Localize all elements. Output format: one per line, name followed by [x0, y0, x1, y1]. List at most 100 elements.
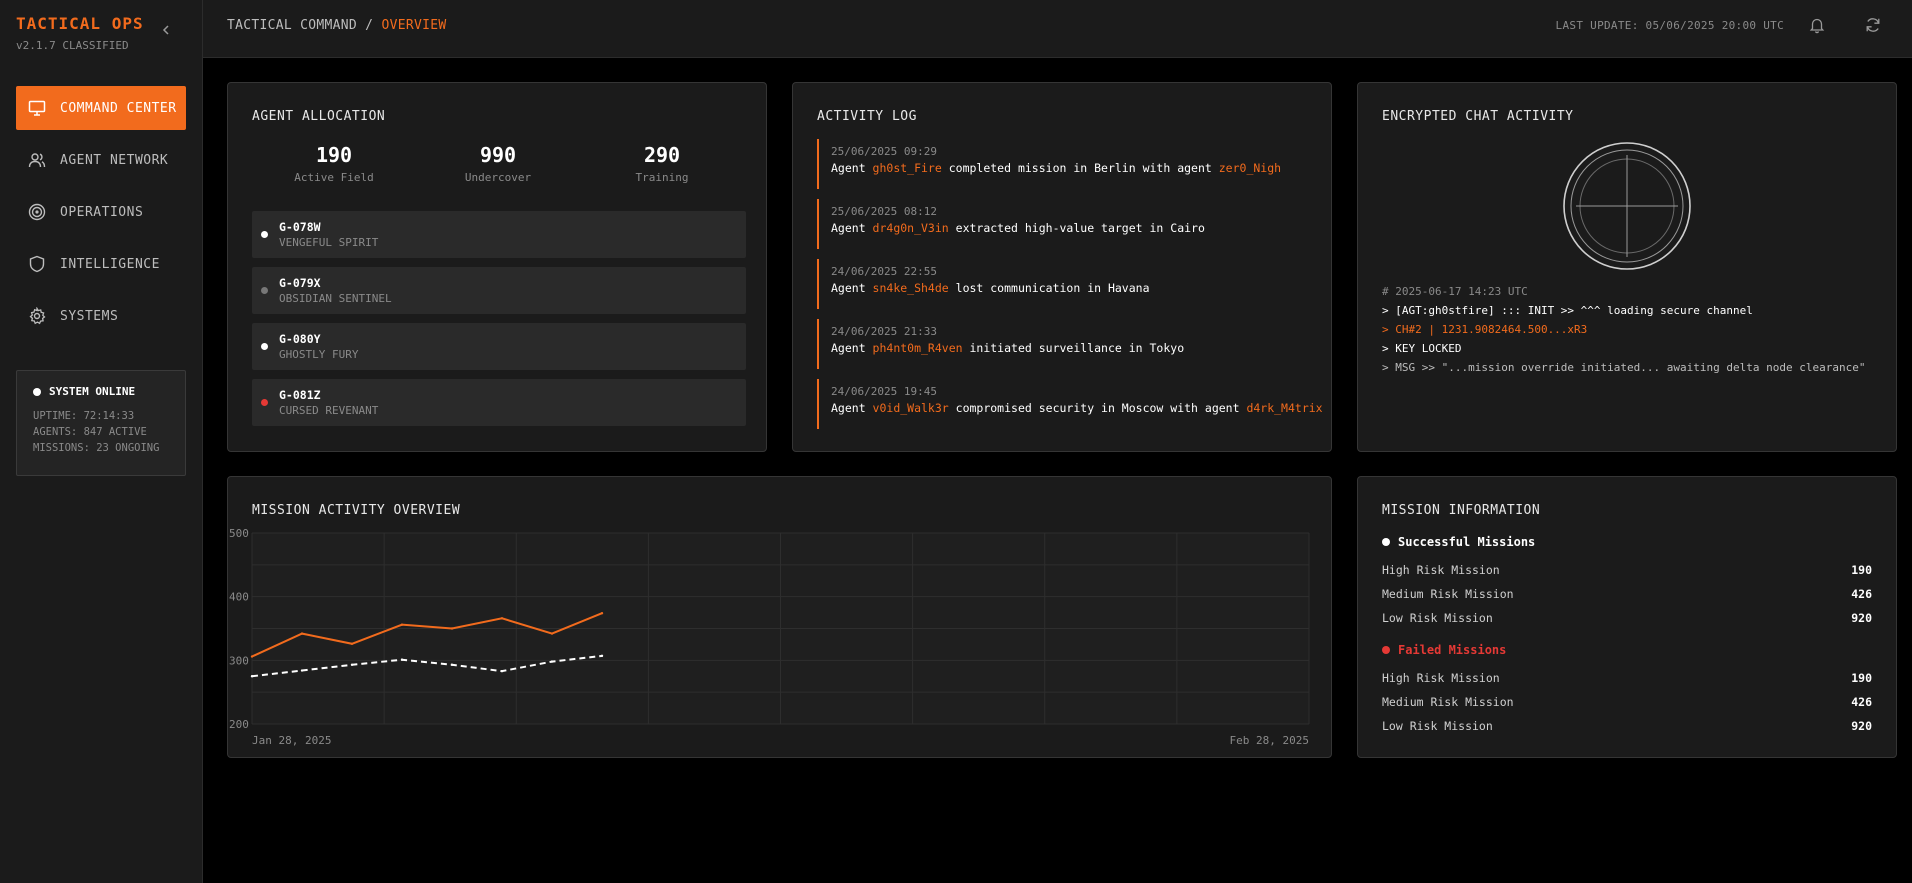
mission-activity-panel: MISSION ACTIVITY OVERVIEW 200 300 400 500 Ja…	[227, 476, 1332, 758]
chat-line: # 2025-06-17 14:23 UTC	[1382, 285, 1528, 298]
chat-line: > CH#2 | 1231.9082464.500...xR3	[1382, 323, 1588, 336]
mission-row: Medium Risk Mission 426	[1382, 587, 1872, 601]
sidebar-item-systems[interactable]: SYSTEMS	[16, 294, 186, 338]
sidebar-item-command-center[interactable]: COMMAND CENTER	[16, 86, 186, 130]
mission-value: 190	[1851, 563, 1872, 577]
mission-row: Medium Risk Mission 426	[1382, 695, 1872, 709]
stat-label: Active Field	[294, 171, 374, 184]
agent-list-item[interactable]: G-078W VENGEFUL SPIRIT	[252, 211, 746, 258]
agent-link[interactable]: d4rk_M4trix	[1246, 401, 1322, 415]
sidebar-item-label: INTELLIGENCE	[60, 256, 160, 272]
sidebar-item-agent-network[interactable]: AGENT NETWORK	[16, 138, 186, 182]
breadcrumb-root[interactable]: TACTICAL COMMAND	[227, 18, 357, 33]
target-icon	[28, 203, 46, 221]
agent-name: OBSIDIAN SENTINEL	[279, 292, 392, 305]
log-message: Agent v0id_Walk3r compromised security i…	[831, 401, 1323, 415]
chat-line: > [AGT:gh0stfire] ::: INIT >> ^^^ loadin…	[1382, 304, 1753, 317]
log-message: Agent sn4ke_Sh4de lost communication in …	[831, 281, 1317, 295]
panel-title: ACTIVITY LOG	[817, 109, 917, 124]
y-tick-label: 300	[229, 654, 249, 667]
sidebar-item-operations[interactable]: OPERATIONS	[16, 190, 186, 234]
encrypted-chat-panel: ENCRYPTED CHAT ACTIVITY # 2025-06-17 14:…	[1357, 82, 1897, 452]
agent-list-item[interactable]: G-079X OBSIDIAN SENTINEL	[252, 267, 746, 314]
mission-label: Medium Risk Mission	[1382, 587, 1514, 601]
gear-icon	[29, 307, 46, 325]
refresh-icon[interactable]	[1864, 16, 1882, 34]
data-point	[600, 654, 604, 658]
missions-text: MISSIONS: 23 ONGOING	[33, 442, 160, 454]
sidebar-item-label: AGENT NETWORK	[60, 152, 169, 168]
system-status-title: SYSTEM ONLINE	[49, 385, 136, 398]
monitor-icon	[28, 100, 46, 116]
brand: TACTICAL OPS v2.1.7 CLASSIFIED	[16, 14, 144, 52]
data-point	[400, 658, 404, 661]
mission-information-panel: MISSION INFORMATION Successful Missions …	[1357, 476, 1897, 758]
agent-link[interactable]: ph4nt0m_R4ven	[873, 341, 963, 355]
stat-label: Training	[635, 171, 689, 184]
shield-icon	[29, 255, 45, 273]
log-text-part: Agent	[831, 161, 873, 175]
breadcrumb-separator: /	[365, 18, 374, 33]
mission-row: Low Risk Mission 920	[1382, 719, 1872, 733]
mission-label: High Risk Mission	[1382, 671, 1500, 685]
breadcrumb: TACTICAL COMMAND / OVERVIEW	[227, 18, 446, 33]
stat-active-field: 190 Active Field	[252, 143, 416, 184]
data-point	[300, 632, 304, 635]
log-entry: 25/06/2025 09:29 Agent gh0st_Fire comple…	[817, 139, 1317, 189]
users-icon	[28, 153, 46, 168]
agent-link[interactable]: gh0st_Fire	[873, 161, 942, 175]
log-entry: 24/06/2025 22:55 Agent sn4ke_Sh4de lost …	[817, 259, 1317, 309]
status-dot-icon	[261, 231, 268, 238]
agent-list-item[interactable]: G-081Z CURSED REVENANT	[252, 379, 746, 426]
mission-label: High Risk Mission	[1382, 563, 1500, 577]
stat-value: 990	[479, 143, 517, 167]
log-text-part: Agent	[831, 401, 873, 415]
sidebar-item-intelligence[interactable]: INTELLIGENCE	[16, 242, 186, 286]
agent-id: G-079X	[279, 276, 321, 290]
agent-id: G-081Z	[279, 388, 321, 402]
panel-title: MISSION INFORMATION	[1382, 503, 1541, 518]
agent-link[interactable]: zer0_Nigh	[1219, 161, 1281, 175]
mission-value: 426	[1851, 587, 1872, 601]
app-version: v2.1.7 CLASSIFIED	[16, 39, 129, 52]
breadcrumb-current: OVERVIEW	[381, 18, 447, 33]
log-entry: 25/06/2025 08:12 Agent dr4g0n_V3in extra…	[817, 199, 1317, 249]
data-point	[450, 663, 454, 666]
stat-label: Undercover	[464, 171, 532, 184]
log-timestamp: 25/06/2025 09:29	[831, 145, 937, 158]
agent-name: CURSED REVENANT	[279, 404, 379, 417]
mission-value: 426	[1851, 695, 1872, 709]
data-point	[250, 675, 254, 678]
agents-text: AGENTS: 847 ACTIVE	[33, 426, 147, 438]
activity-log-list: 25/06/2025 09:29 Agent gh0st_Fire comple…	[817, 139, 1323, 439]
data-point	[350, 663, 354, 666]
data-point	[250, 655, 254, 658]
activity-log-panel: ACTIVITY LOG 25/06/2025 09:29 Agent gh0s…	[792, 82, 1332, 452]
log-timestamp: 24/06/2025 22:55	[831, 265, 937, 278]
mission-value: 920	[1851, 611, 1872, 625]
mission-row: High Risk Mission 190	[1382, 563, 1872, 577]
log-timestamp: 25/06/2025 08:12	[831, 205, 937, 218]
log-text-part: Agent	[831, 281, 873, 295]
agent-link[interactable]: dr4g0n_V3in	[873, 221, 949, 235]
mission-row: High Risk Mission 190	[1382, 671, 1872, 685]
x-tick-label: Feb 28, 2025	[1230, 734, 1309, 747]
agent-link[interactable]: sn4ke_Sh4de	[873, 281, 949, 295]
agent-link[interactable]: v0id_Walk3r	[873, 401, 949, 415]
bell-icon[interactable]	[1808, 16, 1826, 34]
agent-list: G-078W VENGEFUL SPIRIT G-079X OBSIDIAN S…	[252, 211, 746, 435]
sidebar: TACTICAL OPS v2.1.7 CLASSIFIED COMMAND C…	[0, 0, 203, 883]
agent-name: VENGEFUL SPIRIT	[279, 236, 379, 249]
log-entry: 24/06/2025 19:45 Agent v0id_Walk3r compr…	[817, 379, 1323, 429]
chevron-left-icon[interactable]	[158, 22, 174, 38]
failed-dot-icon	[1382, 646, 1390, 654]
section-title: Failed Missions	[1398, 643, 1507, 657]
data-point	[550, 660, 554, 663]
mission-label: Low Risk Mission	[1382, 611, 1493, 625]
mission-label: Medium Risk Mission	[1382, 695, 1514, 709]
top-header: TACTICAL COMMAND / OVERVIEW LAST UPDATE:…	[203, 0, 1912, 58]
mission-activity-chart: 200 300 400 500 Jan 28, 2025 Feb 28, 2025	[229, 527, 1310, 747]
log-text-part: extracted high-value target in Cairo	[948, 221, 1205, 235]
app-title: TACTICAL OPS	[16, 14, 144, 33]
agent-list-item[interactable]: G-080Y GHOSTLY FURY	[252, 323, 746, 370]
